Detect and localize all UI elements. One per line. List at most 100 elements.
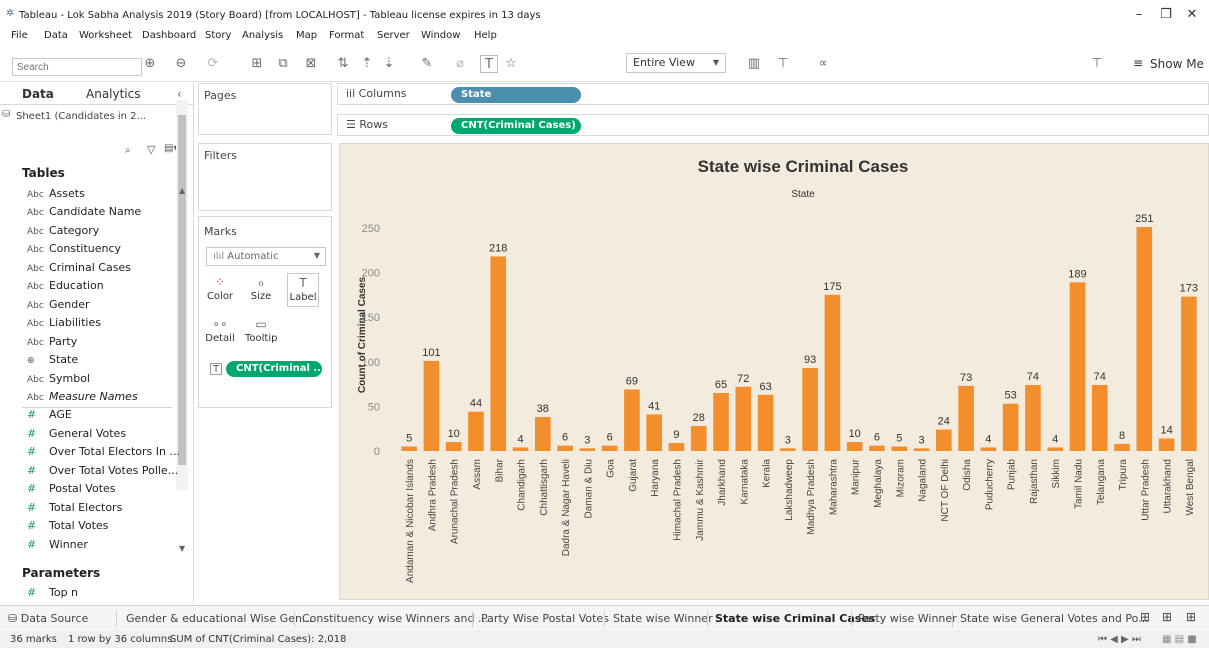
bar-value-label: 73 [960, 372, 972, 384]
tableau-logo-icon: ✲ [6, 8, 15, 19]
menu-server[interactable]: Server [377, 30, 410, 41]
toolbar: ⌂ ← → ⇨ ▫ ⊕ ⊖ ⟳ ⊞ ⧉ ⊠ ⇅ ⇡ ⇣ ✎ ⌀ T ☆ ▥ ⊤ … [0, 46, 1209, 82]
field-item[interactable]: # Winner [27, 538, 182, 554]
field-item[interactable]: # AGE [27, 408, 182, 424]
field-item[interactable]: Abc Measure Names [27, 390, 182, 406]
search-field[interactable] [12, 58, 142, 76]
sheet-tab-gender[interactable]: Gender & educational Wise Gen... [126, 612, 312, 625]
detail-button[interactable]: ∘∘ Detail [204, 315, 236, 349]
menu-map[interactable]: Map [296, 30, 317, 41]
field-item[interactable]: Abc Constituency [27, 242, 182, 258]
sheet-sorter-icon[interactable]: ▦ ▤ ■ [1162, 634, 1197, 645]
sheet-tab-constituency[interactable]: Constituency wise Winners and ... [302, 612, 488, 625]
tab-analytics[interactable]: Analytics [86, 87, 141, 101]
menu-worksheet[interactable]: Worksheet [79, 30, 132, 41]
field-item[interactable]: Abc Criminal Cases [27, 261, 182, 277]
sheet-navigation-icon[interactable]: ⏮ ◀ ▶ ⏭ [1098, 634, 1141, 645]
field-item[interactable]: Abc Education [27, 279, 182, 295]
color-button[interactable]: ⁘ Color [204, 273, 236, 307]
field-item[interactable]: # General Votes [27, 427, 182, 443]
menu-format[interactable]: Format [329, 30, 364, 41]
size-button[interactable]: ℴ Size [245, 273, 277, 307]
field-name: Party [49, 334, 78, 348]
sheet-tab-general-votes[interactable]: State wise General Votes and Po... [960, 612, 1149, 625]
sheet-tab-postal[interactable]: Party Wise Postal Votes [481, 612, 609, 625]
field-item[interactable]: Abc Symbol [27, 372, 182, 388]
bar-value-label: 4 [517, 433, 523, 445]
refresh-icon[interactable]: ⟳ [198, 55, 228, 73]
filters-shelf[interactable]: Filters [198, 143, 332, 211]
new-story-tab-icon[interactable]: ⊞ [1186, 610, 1196, 624]
close-button[interactable]: ✕ [1183, 8, 1201, 21]
sheet-tab-state-winner[interactable]: State wise Winner [613, 612, 713, 625]
field-item[interactable]: # Total Votes [27, 519, 182, 535]
field-item[interactable]: # Total Electors [27, 501, 182, 517]
group-members-icon[interactable]: ⌀ [446, 55, 474, 73]
field-item[interactable]: Abc Liabilities [27, 316, 182, 332]
field-item[interactable]: # Over Total Electors In ... [27, 445, 182, 461]
filter-icon[interactable]: ▽ [147, 143, 155, 156]
x-tick-label: Lakshadweep [784, 459, 795, 521]
menu-data[interactable]: Data [44, 30, 68, 41]
string-icon: Abc [27, 319, 44, 330]
field-item[interactable]: Abc Party [27, 335, 182, 351]
tooltip-button[interactable]: ▭ Tooltip [245, 315, 277, 349]
x-tick-label: Odisha [962, 459, 973, 491]
menu-analysis[interactable]: Analysis [242, 30, 283, 41]
field-item[interactable]: Abc Gender [27, 298, 182, 314]
field-item[interactable]: # Postal Votes [27, 482, 182, 498]
duplicate-sheet-icon[interactable]: ⧉ [274, 55, 292, 73]
swap-icon[interactable]: ⇅ [334, 55, 352, 73]
menu-help[interactable]: Help [474, 30, 497, 41]
criminal-cases-pill[interactable]: CNT(Criminal Cases) [451, 118, 581, 134]
maximize-button[interactable]: ❐ [1157, 8, 1175, 21]
highlighter-icon[interactable]: ⊤ [1088, 55, 1106, 73]
field-item[interactable]: ⊕ State [27, 353, 182, 369]
state-pill[interactable]: State [451, 87, 581, 103]
field-item[interactable]: Abc Category [27, 224, 182, 240]
menu-dashboard[interactable]: Dashboard [142, 30, 196, 41]
minimize-button[interactable]: – [1130, 8, 1148, 21]
data-source-name[interactable]: Sheet1 (Candidates in 2... [16, 111, 146, 122]
parameter-top-n[interactable]: # Top n [27, 586, 182, 602]
search-icon[interactable]: ⌕ [125, 145, 131, 156]
clear-sheet-icon[interactable]: ⊠ [296, 55, 326, 73]
show-me-button[interactable]: Show Me [1150, 57, 1204, 71]
new-data-source-icon[interactable]: ⊕ [142, 55, 158, 73]
sort-descending-icon[interactable]: ⇣ [380, 55, 398, 73]
share-icon[interactable]: ∝ [814, 55, 832, 73]
fix-axes-icon[interactable]: ☆ [502, 55, 520, 73]
pause-updates-icon[interactable]: ⊖ [166, 55, 196, 73]
sort-ascending-icon[interactable]: ⇡ [358, 55, 376, 73]
field-name: Measure Names [49, 389, 138, 403]
fit-dropdown[interactable]: Entire View ▼ [626, 53, 726, 73]
tab-data[interactable]: Data [22, 87, 54, 101]
new-worksheet-icon[interactable]: ⊞ [242, 55, 272, 73]
menu-story[interactable]: Story [205, 30, 231, 41]
label-button[interactable]: T Label [287, 273, 319, 307]
string-icon: Abc [27, 190, 44, 200]
new-dashboard-tab-icon[interactable]: ⊞ [1162, 610, 1172, 624]
presentation-mode-icon[interactable]: ⊤ [774, 55, 792, 73]
chart-view[interactable]: State wise Criminal Cases State 0 50 100 150 2… [339, 143, 1209, 600]
collapse-pane-icon[interactable]: ‹ [177, 87, 182, 101]
menu-file[interactable]: File [11, 30, 28, 41]
bar-chart[interactable]: State wise Criminal CasesState0501001502… [340, 144, 1209, 601]
show-mark-labels-icon[interactable]: T [480, 55, 498, 73]
new-worksheet-tab-icon[interactable]: ⊞ [1140, 610, 1150, 624]
data-source-tab[interactable]: ⛁ Data Source [8, 612, 88, 625]
pages-shelf[interactable]: Pages [198, 83, 332, 135]
marks-measure-pill[interactable]: CNT(Criminal ... [226, 361, 322, 377]
field-item[interactable]: # Over Total Votes Polle... [27, 464, 182, 480]
field-item[interactable]: Abc Candidate Name [27, 205, 182, 221]
field-name: Total Votes [49, 519, 109, 533]
sheet-tab-party-winner[interactable]: Party wise Winner [858, 612, 957, 625]
bar-value-label: 101 [422, 347, 440, 359]
column-header: State [791, 189, 815, 200]
show-cards-icon[interactable]: ▥ [740, 55, 768, 73]
highlight-icon[interactable]: ✎ [412, 55, 442, 73]
x-tick-label: West Bengal [1185, 459, 1196, 516]
field-item[interactable]: Abc Assets [27, 187, 182, 203]
mark-type-dropdown[interactable]: ılıl Automatic ▼ [206, 247, 326, 266]
menu-window[interactable]: Window [421, 30, 460, 41]
